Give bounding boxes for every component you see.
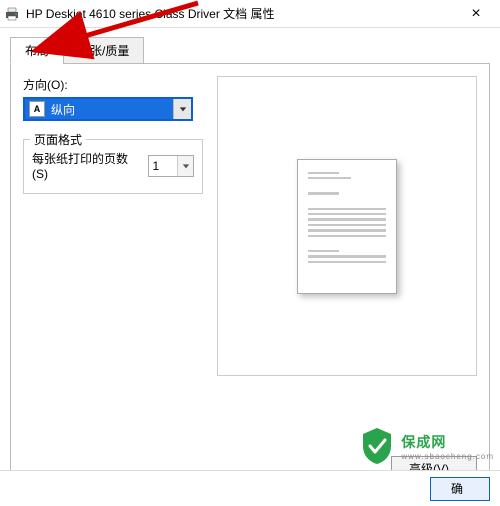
tab-layout[interactable]: 布局 bbox=[10, 37, 64, 64]
page-format-legend: 页面格式 bbox=[30, 131, 86, 148]
pages-per-sheet-label: 每张纸打印的页数(S) bbox=[32, 150, 140, 181]
orientation-label: 方向(O): bbox=[23, 76, 203, 93]
orientation-select[interactable]: A 纵向 bbox=[23, 97, 193, 121]
watermark-domain: www.sbaocheng.com bbox=[401, 452, 494, 461]
page-format-group: 页面格式 每张纸打印的页数(S) 1 bbox=[23, 139, 203, 194]
window-title: HP Deskjet 4610 series Class Driver 文档 属… bbox=[26, 5, 456, 22]
dialog-button-bar: 确 bbox=[0, 470, 500, 506]
chevron-down-icon bbox=[173, 99, 191, 119]
watermark: 保成网 www.sbaocheng.com bbox=[359, 426, 494, 466]
chevron-down-icon bbox=[177, 156, 193, 176]
shield-icon bbox=[359, 426, 395, 466]
portrait-icon: A bbox=[29, 101, 45, 117]
preview-page bbox=[297, 159, 397, 294]
page-preview bbox=[217, 76, 477, 376]
orientation-value: 纵向 bbox=[51, 101, 187, 118]
printer-icon bbox=[4, 6, 20, 22]
ok-button[interactable]: 确 bbox=[430, 477, 490, 501]
tab-paper-quality[interactable]: 纸张/质量 bbox=[63, 37, 144, 64]
close-button[interactable]: × bbox=[456, 0, 496, 28]
pages-per-sheet-select[interactable]: 1 bbox=[148, 155, 194, 177]
watermark-brand: 保成网 bbox=[401, 432, 494, 452]
pages-per-sheet-value: 1 bbox=[153, 159, 160, 173]
tab-bar: 布局 纸张/质量 bbox=[10, 37, 490, 64]
